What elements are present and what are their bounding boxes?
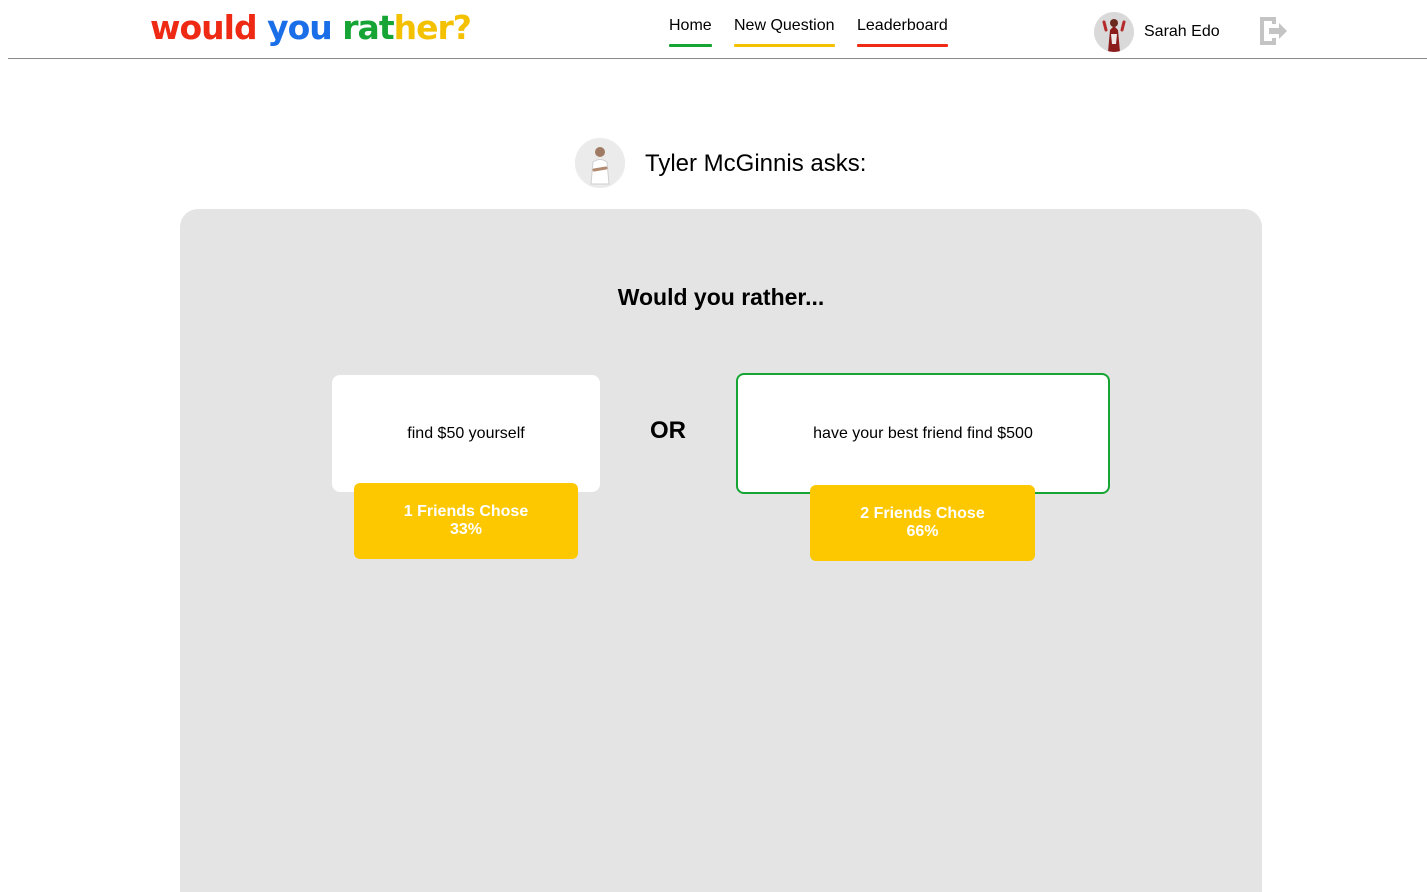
author-asks-label: Tyler McGinnis asks: xyxy=(645,150,867,177)
logo-word-you: you xyxy=(267,8,333,47)
page: would you rather? Home New Question Lead… xyxy=(0,0,1427,892)
nav-home-underline xyxy=(669,44,712,47)
option-one-text: find $50 yourself xyxy=(407,424,525,442)
user-name: Sarah Edo xyxy=(1144,23,1220,40)
top-navbar: would you rather? Home New Question Lead… xyxy=(8,0,1427,59)
option-one-vote-badge: 1 Friends Chose 33% xyxy=(354,483,578,559)
nav-leaderboard-underline xyxy=(857,44,948,47)
app-logo[interactable]: would you rather? xyxy=(150,6,472,50)
question-card: Would you rather... find $50 yourself OR… xyxy=(180,209,1262,892)
nav-home-label: Home xyxy=(669,17,712,34)
or-separator: OR xyxy=(650,417,686,444)
author-avatar-image xyxy=(575,138,625,188)
logo-word-rather-start: rat xyxy=(342,8,394,47)
option-two-selected[interactable]: have your best friend find $500 xyxy=(736,373,1110,494)
option-two-vote-percent: 66% xyxy=(906,523,939,540)
option-one-vote-count: 1 Friends Chose xyxy=(403,503,529,520)
logo-word-rather-end: her? xyxy=(393,8,472,47)
option-two-text: have your best friend find $500 xyxy=(813,424,1033,442)
question-title: Would you rather... xyxy=(617,284,825,310)
user-avatar xyxy=(1094,12,1134,52)
nav-leaderboard[interactable]: Leaderboard xyxy=(857,16,948,47)
logout-icon[interactable] xyxy=(1256,14,1290,48)
nav-leaderboard-label: Leaderboard xyxy=(857,17,948,34)
author-avatar xyxy=(575,138,625,188)
option-two-vote-badge: 2 Friends Chose 66% xyxy=(810,485,1035,561)
logo-word-would: would xyxy=(150,8,258,47)
nav-new-question-label: New Question xyxy=(734,17,835,34)
nav-new-question-underline xyxy=(734,44,835,47)
nav-home[interactable]: Home xyxy=(669,16,712,47)
option-one[interactable]: find $50 yourself xyxy=(332,375,600,492)
nav-new-question[interactable]: New Question xyxy=(734,16,835,47)
option-one-vote-percent: 33% xyxy=(449,521,483,538)
user-avatar-image xyxy=(1094,12,1134,52)
option-two-vote-count: 2 Friends Chose xyxy=(860,505,985,522)
